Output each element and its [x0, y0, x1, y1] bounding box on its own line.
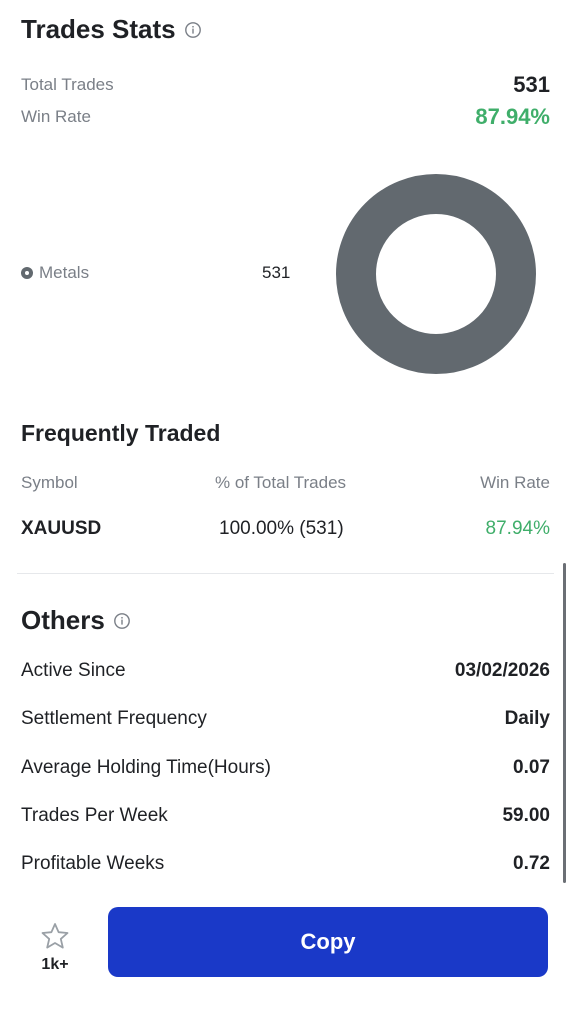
average-holding-time-value: 0.07: [513, 757, 550, 778]
trades-per-week-row: Trades Per Week 59.00: [21, 805, 550, 827]
star-outline-icon: [41, 923, 69, 949]
frequently-traded-title: Frequently Traded: [21, 420, 221, 446]
total-trades-label: Total Trades: [21, 75, 114, 94]
profitable-weeks-label: Profitable Weeks: [21, 853, 165, 874]
others-header: Others: [21, 605, 131, 636]
others-title: Others: [21, 605, 105, 635]
column-percent-total: % of Total Trades: [215, 473, 347, 492]
copy-button[interactable]: Copy: [108, 907, 548, 977]
section-divider: [17, 573, 554, 574]
legend-marker-icon: [21, 267, 33, 279]
trader-stats-page: Trades Stats Total Trades 531 Win Rate 8…: [0, 0, 571, 1024]
column-win-rate: Win Rate: [480, 473, 550, 492]
legend-label: Metals: [39, 263, 90, 282]
active-since-value: 03/02/2026: [454, 660, 550, 681]
trades-donut-chart: [336, 174, 536, 374]
win-rate-value: 87.94%: [475, 104, 550, 129]
symbol-cell: XAUUSD: [21, 518, 102, 539]
total-trades-row: Total Trades 531: [21, 72, 550, 98]
donut-slice-metals: [336, 174, 536, 374]
chart-legend-item: Metals: [21, 263, 89, 283]
info-icon[interactable]: [113, 612, 131, 630]
total-trades-value: 531: [513, 72, 550, 97]
scrollbar[interactable]: [563, 563, 566, 883]
settlement-frequency-row: Settlement Frequency Daily: [21, 708, 550, 730]
legend-count: 531: [262, 263, 291, 282]
profitable-weeks-row: Profitable Weeks 0.72: [21, 853, 550, 875]
favorite-button[interactable]: 1k+: [32, 922, 78, 974]
win-rate-row: Win Rate 87.94%: [21, 104, 550, 130]
average-holding-time-label: Average Holding Time(Hours): [21, 757, 271, 778]
trades-stats-title: Trades Stats: [21, 14, 176, 44]
frequently-traded-header: Frequently Traded: [21, 420, 220, 447]
favorite-count: 1k+: [41, 956, 69, 973]
active-since-row: Active Since 03/02/2026: [21, 660, 550, 682]
percent-cell: 100.00% (531): [219, 518, 344, 539]
average-holding-time-row: Average Holding Time(Hours) 0.07: [21, 757, 550, 779]
active-since-label: Active Since: [21, 660, 126, 681]
settlement-frequency-value: Daily: [504, 708, 550, 729]
win-rate-label: Win Rate: [21, 107, 91, 126]
win-rate-cell: 87.94%: [485, 518, 550, 539]
column-symbol: Symbol: [21, 473, 78, 492]
trades-stats-header: Trades Stats: [21, 14, 202, 45]
trades-per-week-value: 59.00: [502, 805, 550, 826]
info-icon[interactable]: [184, 21, 202, 39]
trades-per-week-label: Trades Per Week: [21, 805, 168, 826]
profitable-weeks-value: 0.72: [513, 853, 550, 874]
settlement-frequency-label: Settlement Frequency: [21, 708, 207, 729]
